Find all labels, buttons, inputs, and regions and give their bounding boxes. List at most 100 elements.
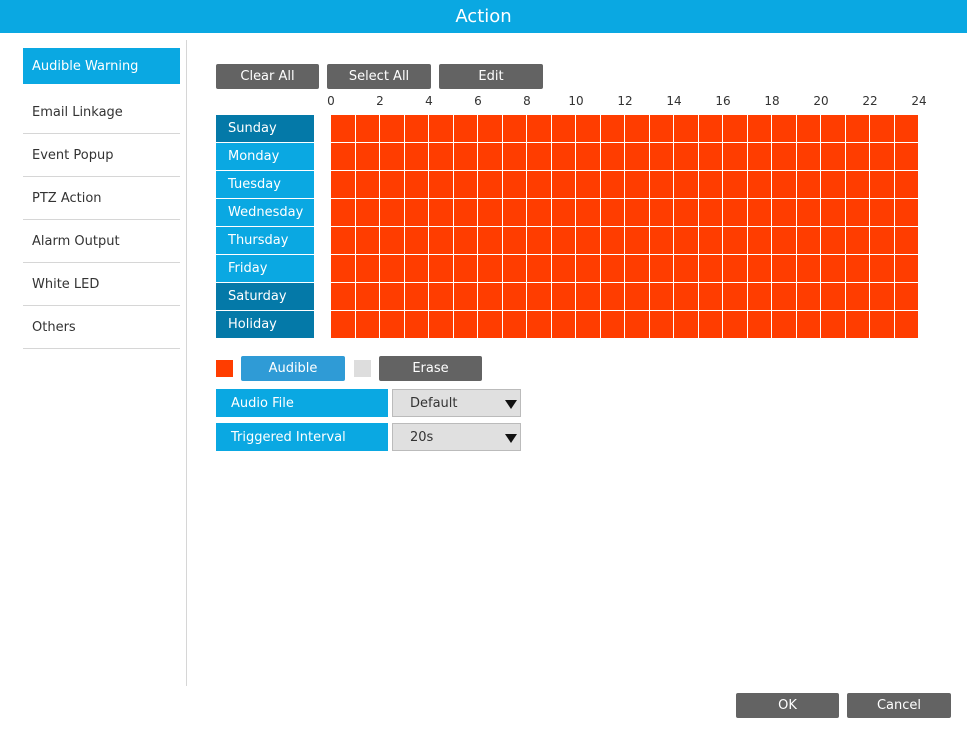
schedule-cell[interactable] xyxy=(747,171,772,199)
schedule-cell[interactable] xyxy=(355,255,380,283)
schedule-cell[interactable] xyxy=(723,199,748,227)
schedule-cell[interactable] xyxy=(600,227,625,255)
triggered-interval-select[interactable]: 20s xyxy=(392,423,521,451)
schedule-cell[interactable] xyxy=(796,311,821,339)
schedule-cell[interactable] xyxy=(527,283,552,311)
schedule-cell[interactable] xyxy=(576,283,601,311)
schedule-cell[interactable] xyxy=(674,283,699,311)
schedule-cell[interactable] xyxy=(772,255,797,283)
schedule-cell[interactable] xyxy=(821,115,846,143)
schedule-cell[interactable] xyxy=(772,199,797,227)
schedule-cell[interactable] xyxy=(894,171,919,199)
schedule-cell[interactable] xyxy=(331,199,356,227)
schedule-cell[interactable] xyxy=(355,115,380,143)
schedule-cell[interactable] xyxy=(772,311,797,339)
schedule-cell[interactable] xyxy=(380,255,405,283)
schedule-cell[interactable] xyxy=(698,143,723,171)
schedule-cell[interactable] xyxy=(870,283,895,311)
schedule-cell[interactable] xyxy=(527,255,552,283)
schedule-cell[interactable] xyxy=(649,311,674,339)
schedule-cell[interactable] xyxy=(845,115,870,143)
schedule-cell[interactable] xyxy=(551,171,576,199)
schedule-cell[interactable] xyxy=(747,227,772,255)
day-label-tuesday[interactable]: Tuesday xyxy=(216,171,314,199)
schedule-cell[interactable] xyxy=(331,227,356,255)
schedule-cell[interactable] xyxy=(894,199,919,227)
schedule-cell[interactable] xyxy=(870,255,895,283)
schedule-cell[interactable] xyxy=(380,115,405,143)
day-label-friday[interactable]: Friday xyxy=(216,255,314,283)
schedule-cell[interactable] xyxy=(331,171,356,199)
schedule-cell[interactable] xyxy=(625,255,650,283)
schedule-cell[interactable] xyxy=(625,227,650,255)
schedule-cell[interactable] xyxy=(845,227,870,255)
edit-button[interactable]: Edit xyxy=(439,64,543,89)
schedule-cell[interactable] xyxy=(845,143,870,171)
schedule-cell[interactable] xyxy=(502,143,527,171)
schedule-cell[interactable] xyxy=(649,227,674,255)
schedule-cell[interactable] xyxy=(551,115,576,143)
schedule-cell[interactable] xyxy=(527,199,552,227)
schedule-cell[interactable] xyxy=(625,115,650,143)
schedule-cell[interactable] xyxy=(576,227,601,255)
schedule-cell[interactable] xyxy=(649,115,674,143)
schedule-cell[interactable] xyxy=(478,283,503,311)
day-label-holiday[interactable]: Holiday xyxy=(216,311,314,339)
schedule-cell[interactable] xyxy=(723,143,748,171)
schedule-cell[interactable] xyxy=(625,199,650,227)
schedule-cell[interactable] xyxy=(429,255,454,283)
schedule-cell[interactable] xyxy=(870,171,895,199)
sidebar-item-event-popup[interactable]: Event Popup xyxy=(23,134,180,177)
sidebar-item-white-led[interactable]: White LED xyxy=(23,263,180,306)
schedule-cell[interactable] xyxy=(355,143,380,171)
schedule-cell[interactable] xyxy=(429,143,454,171)
schedule-cell[interactable] xyxy=(404,199,429,227)
schedule-cell[interactable] xyxy=(478,171,503,199)
schedule-cell[interactable] xyxy=(380,311,405,339)
schedule-cell[interactable] xyxy=(331,283,356,311)
schedule-cell[interactable] xyxy=(355,171,380,199)
schedule-cell[interactable] xyxy=(625,311,650,339)
schedule-cell[interactable] xyxy=(478,143,503,171)
schedule-cell[interactable] xyxy=(355,283,380,311)
schedule-cell[interactable] xyxy=(845,311,870,339)
select-all-button[interactable]: Select All xyxy=(327,64,431,89)
schedule-cell[interactable] xyxy=(453,311,478,339)
schedule-cell[interactable] xyxy=(404,171,429,199)
schedule-cell[interactable] xyxy=(380,143,405,171)
schedule-cell[interactable] xyxy=(478,227,503,255)
schedule-cell[interactable] xyxy=(429,199,454,227)
schedule-cell[interactable] xyxy=(747,115,772,143)
schedule-cell[interactable] xyxy=(502,311,527,339)
schedule-cell[interactable] xyxy=(747,255,772,283)
schedule-cell[interactable] xyxy=(821,199,846,227)
schedule-cell[interactable] xyxy=(380,199,405,227)
schedule-cell[interactable] xyxy=(821,255,846,283)
schedule-cell[interactable] xyxy=(331,143,356,171)
schedule-cell[interactable] xyxy=(674,199,699,227)
schedule-cell[interactable] xyxy=(625,143,650,171)
day-label-sunday[interactable]: Sunday xyxy=(216,115,314,143)
audio-file-select[interactable]: Default xyxy=(392,389,521,417)
schedule-cell[interactable] xyxy=(870,143,895,171)
schedule-cell[interactable] xyxy=(478,199,503,227)
schedule-cell[interactable] xyxy=(796,227,821,255)
schedule-cell[interactable] xyxy=(845,255,870,283)
schedule-cell[interactable] xyxy=(796,171,821,199)
schedule-cell[interactable] xyxy=(821,227,846,255)
schedule-cell[interactable] xyxy=(502,199,527,227)
schedule-cell[interactable] xyxy=(404,115,429,143)
schedule-cell[interactable] xyxy=(894,143,919,171)
schedule-cell[interactable] xyxy=(796,283,821,311)
schedule-cell[interactable] xyxy=(894,283,919,311)
schedule-cell[interactable] xyxy=(796,255,821,283)
sidebar-item-ptz-action[interactable]: PTZ Action xyxy=(23,177,180,220)
schedule-cell[interactable] xyxy=(674,115,699,143)
schedule-cell[interactable] xyxy=(502,255,527,283)
schedule-cell[interactable] xyxy=(600,199,625,227)
schedule-cell[interactable] xyxy=(772,227,797,255)
schedule-cell[interactable] xyxy=(502,115,527,143)
schedule-cell[interactable] xyxy=(429,283,454,311)
schedule-cell[interactable] xyxy=(429,311,454,339)
schedule-cell[interactable] xyxy=(453,255,478,283)
